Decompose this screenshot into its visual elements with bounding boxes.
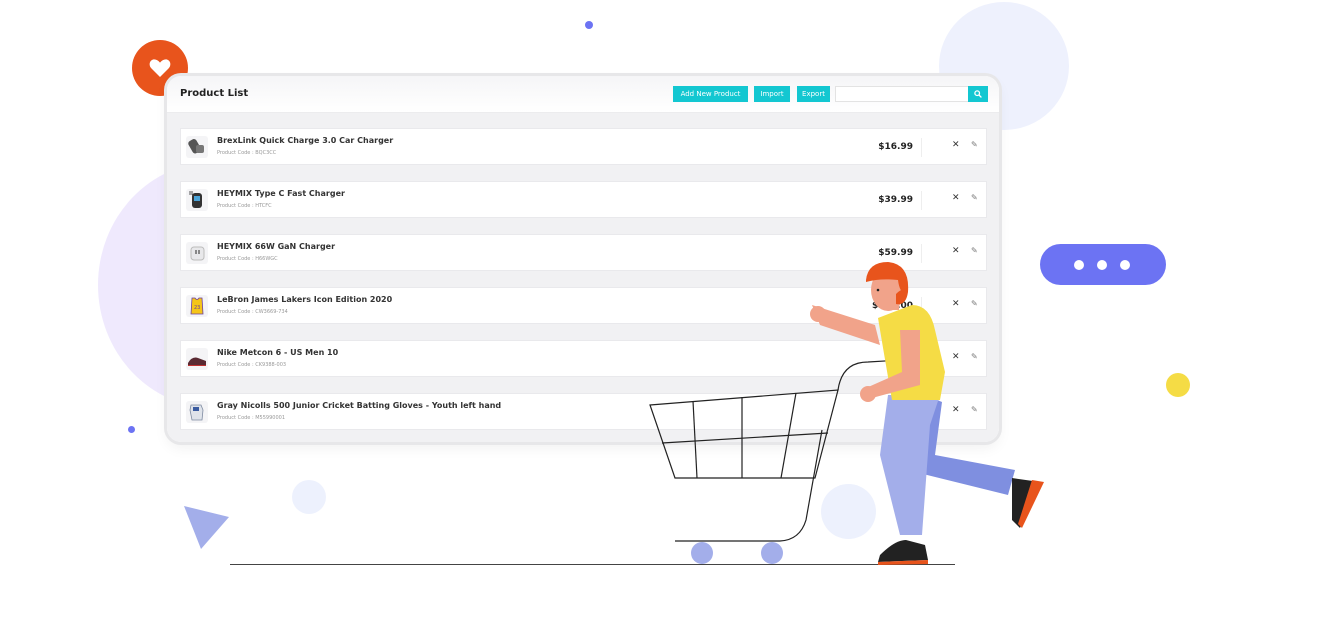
product-name: BrexLink Quick Charge 3.0 Car Charger bbox=[217, 136, 394, 145]
add-new-product-button[interactable]: Add New Product bbox=[673, 86, 748, 102]
divider bbox=[921, 138, 922, 157]
product-thumbnail bbox=[186, 189, 208, 211]
product-price: $16.99 bbox=[878, 142, 913, 152]
product-name: Nike Metcon 6 - US Men 10 bbox=[217, 348, 339, 357]
delete-button[interactable]: ✕ bbox=[952, 193, 960, 203]
product-price: $39.99 bbox=[878, 195, 913, 205]
edit-button[interactable]: ✎ bbox=[971, 193, 978, 202]
shopper-illustration bbox=[649, 262, 1044, 565]
heart-icon bbox=[149, 59, 171, 77]
product-thumbnail bbox=[186, 136, 208, 158]
product-code: Product Code : H66WGC bbox=[217, 256, 278, 262]
decor-small-dot bbox=[585, 21, 593, 29]
product-row[interactable]: HEYMIX Type C Fast Charger Product Code … bbox=[180, 181, 987, 218]
edit-icon: ✎ bbox=[971, 193, 978, 202]
product-code: Product Code : HTCFC bbox=[217, 203, 272, 209]
decor-yellow-dot bbox=[1166, 373, 1190, 397]
edit-icon: ✎ bbox=[971, 140, 978, 149]
product-code: Product Code : BQC3CC bbox=[217, 150, 277, 156]
search-icon bbox=[974, 90, 982, 98]
product-name: HEYMIX 66W GaN Charger bbox=[217, 242, 336, 251]
product-code: Product Code : CK9388-003 bbox=[217, 362, 287, 368]
product-thumbnail: 23 bbox=[186, 295, 208, 317]
edit-icon: ✎ bbox=[971, 246, 978, 255]
decor-triangle bbox=[184, 506, 229, 549]
product-code: Product Code : M55990001 bbox=[217, 415, 286, 421]
product-code: Product Code : CW3669-734 bbox=[217, 309, 288, 315]
export-button[interactable]: Export bbox=[797, 86, 830, 102]
import-button[interactable]: Import bbox=[754, 86, 790, 102]
product-name: HEYMIX Type C Fast Charger bbox=[217, 189, 345, 198]
close-icon: ✕ bbox=[952, 193, 960, 203]
close-icon: ✕ bbox=[952, 140, 960, 150]
decor-small-dot bbox=[128, 426, 135, 433]
edit-button[interactable]: ✎ bbox=[971, 246, 978, 255]
product-list-header: Product List Add New Product Import Expo… bbox=[167, 76, 999, 113]
delete-button[interactable]: ✕ bbox=[952, 140, 960, 150]
product-thumbnail bbox=[186, 242, 208, 264]
decor-pale-circle bbox=[292, 480, 326, 514]
edit-button[interactable]: ✎ bbox=[971, 140, 978, 149]
divider bbox=[921, 191, 922, 210]
product-row[interactable]: BrexLink Quick Charge 3.0 Car Charger Pr… bbox=[180, 128, 987, 165]
product-thumbnail bbox=[186, 401, 208, 423]
product-thumbnail bbox=[186, 348, 208, 370]
page-title: Product List bbox=[180, 88, 249, 99]
svg-text:23: 23 bbox=[194, 305, 200, 311]
product-name: LeBron James Lakers Icon Edition 2020 bbox=[217, 295, 393, 304]
search-input[interactable] bbox=[835, 86, 969, 102]
search-button[interactable] bbox=[968, 86, 988, 102]
product-name: Gray Nicolls 500 Junior Cricket Batting … bbox=[217, 401, 502, 410]
